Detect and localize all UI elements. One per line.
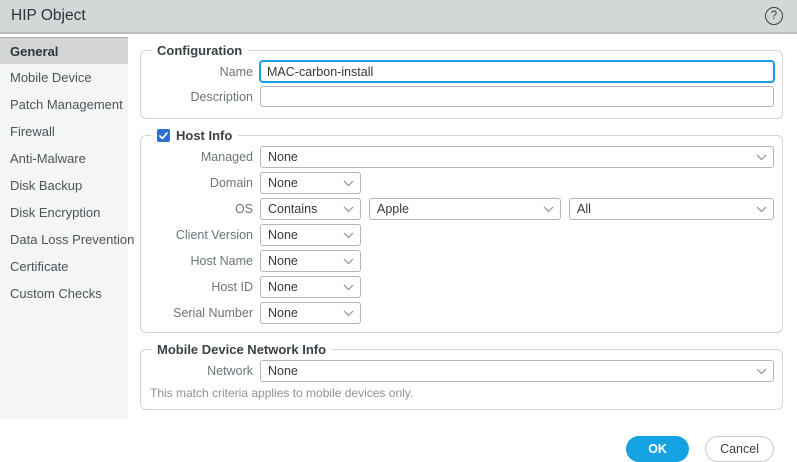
network-row: Network None (149, 360, 774, 382)
dialog-title: HIP Object (11, 7, 86, 24)
dialog-body: General Mobile Device Patch Management F… (0, 37, 797, 419)
client-version-row: Client Version None (149, 224, 774, 246)
os-row: OS Contains Apple All (149, 198, 774, 220)
os-version-select[interactable]: All (569, 198, 774, 220)
sidebar-item-anti-malware[interactable]: Anti-Malware (0, 145, 128, 172)
serial-number-select[interactable]: None (260, 302, 361, 324)
host-id-label: Host ID (211, 280, 253, 294)
description-row: Description (149, 86, 774, 107)
name-input[interactable] (260, 61, 774, 82)
domain-row: Domain None (149, 172, 774, 194)
sidebar: General Mobile Device Patch Management F… (0, 37, 134, 419)
managed-select[interactable]: None (260, 146, 774, 168)
client-version-select[interactable]: None (260, 224, 361, 246)
sidebar-item-data-loss-prevention[interactable]: Data Loss Prevention (0, 226, 134, 253)
mobile-device-network-info-section: Mobile Device Network Info Network None … (140, 342, 783, 410)
network-select[interactable]: None (260, 360, 774, 382)
cancel-button[interactable]: Cancel (705, 436, 774, 462)
host-info-legend-label: Host Info (176, 128, 233, 143)
chevron-down-icon (343, 284, 354, 291)
dialog-footer: OK Cancel (0, 436, 797, 462)
sidebar-item-custom-checks[interactable]: Custom Checks (0, 280, 128, 307)
serial-number-row: Serial Number None (149, 302, 774, 324)
form-content: Configuration Name Description (128, 37, 797, 419)
sidebar-item-mobile-device[interactable]: Mobile Device (0, 64, 128, 91)
chevron-down-icon (543, 206, 554, 213)
help-icon[interactable]: ? (765, 7, 783, 25)
configuration-legend: Configuration (151, 43, 248, 58)
mobile-device-network-info-legend: Mobile Device Network Info (151, 342, 332, 357)
name-label: Name (219, 64, 253, 79)
sidebar-item-general[interactable]: General (0, 37, 128, 64)
domain-label: Domain (209, 176, 253, 190)
sidebar-item-disk-encryption[interactable]: Disk Encryption (0, 199, 128, 226)
configuration-legend-label: Configuration (157, 43, 243, 58)
checkmark-icon (159, 131, 168, 139)
domain-select[interactable]: None (260, 172, 361, 194)
network-label: Network (207, 364, 253, 378)
managed-label: Managed (200, 150, 253, 164)
ok-button[interactable]: OK (626, 436, 690, 462)
chevron-down-icon (756, 368, 767, 375)
os-label: OS (234, 202, 253, 216)
chevron-down-icon (343, 258, 354, 265)
host-name-select[interactable]: None (260, 250, 361, 272)
sidebar-item-certificate[interactable]: Certificate (0, 253, 128, 280)
configuration-section: Configuration Name Description (140, 43, 783, 119)
description-input[interactable] (260, 86, 774, 107)
os-vendor-select[interactable]: Apple (369, 198, 561, 220)
mobile-device-note: This match criteria applies to mobile de… (150, 386, 414, 400)
sidebar-item-firewall[interactable]: Firewall (0, 118, 128, 145)
sidebar-item-patch-management[interactable]: Patch Management (0, 91, 128, 118)
chevron-down-icon (343, 206, 354, 213)
chevron-down-icon (343, 180, 354, 187)
os-match-select[interactable]: Contains (260, 198, 361, 220)
host-info-checkbox[interactable] (157, 129, 170, 142)
host-info-legend: Host Info (151, 128, 238, 143)
mobile-device-network-info-legend-label: Mobile Device Network Info (157, 342, 327, 357)
chevron-down-icon (756, 154, 767, 161)
sidebar-item-disk-backup[interactable]: Disk Backup (0, 172, 128, 199)
description-label: Description (190, 89, 253, 104)
host-id-select[interactable]: None (260, 276, 361, 298)
host-id-row: Host ID None (149, 276, 774, 298)
host-name-row: Host Name None (149, 250, 774, 272)
client-version-label: Client Version (175, 228, 253, 242)
dialog-titlebar: HIP Object ? (0, 0, 797, 34)
chevron-down-icon (756, 206, 767, 213)
chevron-down-icon (343, 232, 354, 239)
name-row: Name (149, 61, 774, 82)
managed-row: Managed None (149, 146, 774, 168)
chevron-down-icon (343, 310, 354, 317)
serial-number-label: Serial Number (173, 306, 253, 320)
host-info-section: Host Info Managed None Domain None OS Co… (140, 128, 783, 333)
host-name-label: Host Name (190, 254, 253, 268)
